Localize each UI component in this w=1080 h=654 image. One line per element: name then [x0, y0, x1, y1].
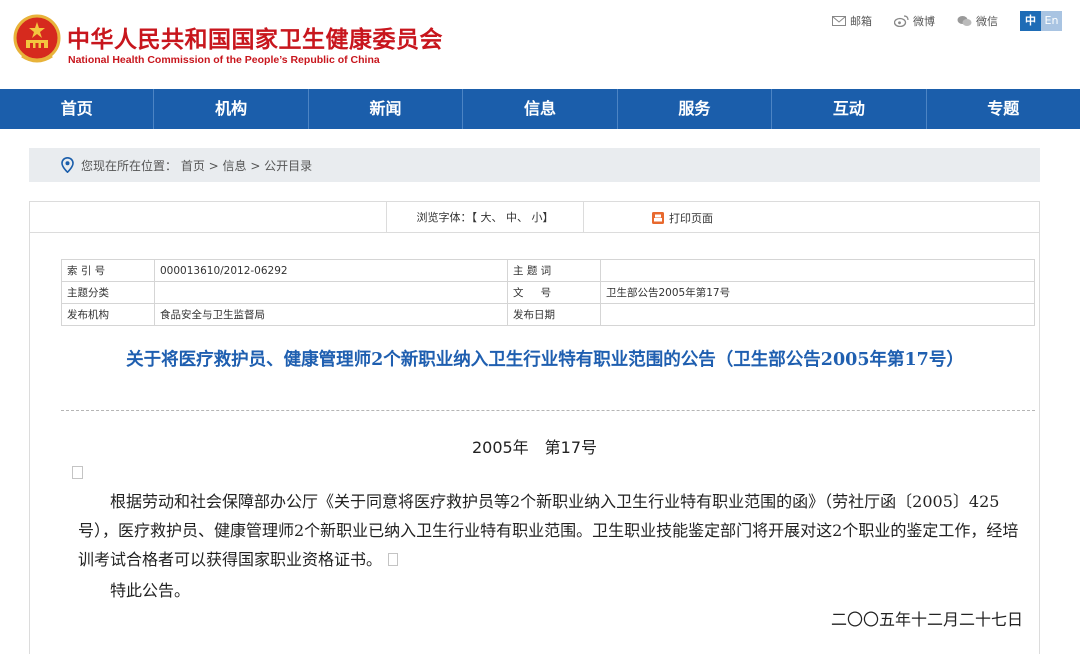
weibo-icon	[894, 15, 909, 27]
meta-topic-value	[600, 259, 1035, 282]
meta-index-label: 索 引 号	[61, 259, 155, 282]
font-size-selector[interactable]: 浏览字体：【 大、 中、 小】	[386, 202, 584, 233]
meta-issuer-label: 发布机构	[61, 303, 155, 326]
print-label: 打印页面	[669, 211, 713, 225]
site-title-english[interactable]: National Health Commission of the People…	[68, 54, 380, 66]
nav-topics[interactable]: 专题	[927, 89, 1080, 129]
wechat-link[interactable]: 微信	[957, 13, 998, 29]
mail-label: 邮箱	[850, 15, 872, 28]
document-body-text: 根据劳动和社会保障部办公厅《关于同意将医疗救护员等2个新职业纳入卫生行业特有职业…	[78, 492, 1019, 569]
article-toolbar: 浏览字体：【 大、 中、 小】 打印页面	[30, 202, 1039, 233]
article-panel: 浏览字体：【 大、 中、 小】 打印页面 索 引 号 000013610/201…	[29, 201, 1040, 654]
meta-issuer-value: 食品安全与卫生监督局	[154, 303, 508, 326]
table-row: 发布机构 食品安全与卫生监督局 发布日期	[61, 303, 1035, 326]
print-button[interactable]: 打印页面	[652, 202, 713, 233]
nav-interaction[interactable]: 互动	[772, 89, 927, 129]
meta-docno-value: 卫生部公告2005年第17号	[600, 281, 1035, 304]
meta-index-value: 000013610/2012-06292	[154, 259, 508, 282]
location-pin-icon	[61, 157, 74, 173]
nav-services[interactable]: 服务	[618, 89, 773, 129]
document-date: 二〇〇五年十二月二十七日	[830, 610, 1023, 629]
missing-glyph-icon	[72, 466, 83, 479]
meta-category-label: 主题分类	[61, 281, 155, 304]
title-divider	[61, 410, 1035, 411]
mail-icon	[832, 16, 846, 26]
nav-information[interactable]: 信息	[463, 89, 618, 129]
meta-date-label: 发布日期	[507, 303, 601, 326]
document-number: 2005年 第17号	[471, 438, 598, 457]
weibo-label: 微博	[913, 15, 935, 28]
document-closing: 特此公告。	[110, 581, 191, 600]
mail-link[interactable]: 邮箱	[832, 13, 872, 29]
meta-category-value	[154, 281, 508, 304]
breadcrumb-text[interactable]: 您现在所在位置： 首页 > 信息 > 公开目录	[81, 157, 312, 174]
missing-glyph-icon	[388, 553, 399, 566]
wechat-label: 微信	[976, 15, 998, 28]
meta-topic-label: 主 题 词	[507, 259, 601, 282]
print-icon	[652, 211, 664, 224]
nav-news[interactable]: 新闻	[309, 89, 464, 129]
meta-docno-label: 文 号	[507, 281, 601, 304]
main-nav: 首页 机构 新闻 信息 服务 互动 专题	[0, 89, 1080, 129]
table-row: 主题分类 文 号 卫生部公告2005年第17号	[61, 281, 1035, 304]
nav-institutions[interactable]: 机构	[154, 89, 309, 129]
site-header: 中华人民共和国国家卫生健康委员会 National Health Commiss…	[0, 0, 1080, 89]
top-links: 邮箱 微博 微信 中 En	[832, 10, 1062, 32]
breadcrumb: 您现在所在位置： 首页 > 信息 > 公开目录	[29, 148, 1040, 182]
document-body: 根据劳动和社会保障部办公厅《关于同意将医疗救护员等2个新职业纳入卫生行业特有职业…	[78, 487, 1028, 574]
document-metadata-table: 索 引 号 000013610/2012-06292 主 题 词 主题分类 文 …	[61, 259, 1035, 326]
national-emblem-icon[interactable]	[12, 14, 62, 66]
weibo-link[interactable]: 微博	[894, 13, 935, 29]
document-title: 关于将医疗救护员、健康管理师2个新职业纳入卫生行业特有职业范围的公告（卫生部公告…	[126, 350, 964, 370]
site-title[interactable]: 中华人民共和国国家卫生健康委员会	[67, 20, 443, 54]
nav-home[interactable]: 首页	[0, 89, 155, 129]
lang-english-button[interactable]: En	[1041, 11, 1062, 31]
meta-date-value	[600, 303, 1035, 326]
table-row: 索 引 号 000013610/2012-06292 主 题 词	[61, 259, 1035, 282]
wechat-icon	[957, 16, 972, 26]
lang-chinese-button[interactable]: 中	[1020, 11, 1041, 31]
language-switch: 中 En	[1020, 11, 1062, 31]
